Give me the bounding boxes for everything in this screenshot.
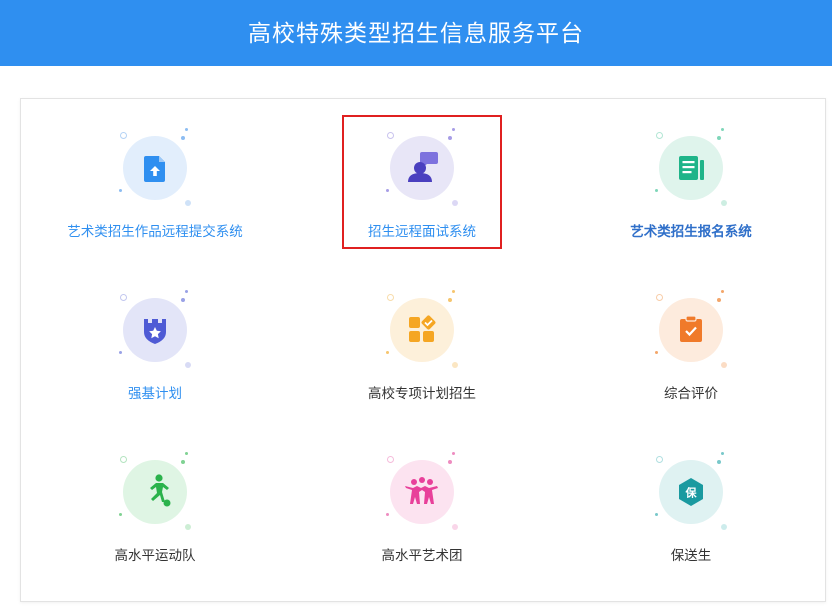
svg-text:保: 保 <box>685 486 698 500</box>
soccer-player-icon <box>123 460 187 524</box>
service-label: 艺术类招生报名系统 <box>630 224 752 240</box>
icon-wrap <box>119 290 191 368</box>
icon-wrap <box>386 128 458 206</box>
service-label: 强基计划 <box>128 386 182 402</box>
icon-wrap <box>119 452 191 530</box>
icon-wrap <box>655 128 727 206</box>
service-label: 高校专项计划招生 <box>368 386 476 402</box>
page-title: 高校特殊类型招生信息服务平台 <box>248 21 584 47</box>
service-item-comprehensive-evaluation[interactable]: 综合评价 <box>581 268 801 408</box>
service-item-sports-team[interactable]: 高水平运动队 <box>45 430 265 570</box>
service-label: 艺术类招生作品远程提交系统 <box>67 224 243 240</box>
icon-wrap <box>655 290 727 368</box>
dancers-icon <box>390 460 454 524</box>
icon-wrap <box>386 452 458 530</box>
icon-wrap <box>386 290 458 368</box>
service-item-strong-foundation[interactable]: 强基计划 <box>45 268 265 408</box>
service-item-art-troupe[interactable]: 高水平艺术团 <box>312 430 532 570</box>
clipboard-check-icon <box>659 298 723 362</box>
service-item-special-program[interactable]: 高校专项计划招生 <box>312 268 532 408</box>
service-label: 综合评价 <box>664 386 718 402</box>
registration-form-icon <box>659 136 723 200</box>
header-bar: 高校特殊类型招生信息服务平台 <box>0 0 832 66</box>
service-label: 招生远程面试系统 <box>368 224 476 240</box>
service-label: 高水平艺术团 <box>381 548 463 564</box>
service-item-art-registration[interactable]: 艺术类招生报名系统 <box>581 106 801 246</box>
service-item-remote-interview[interactable]: 招生远程面试系统 <box>312 106 532 246</box>
service-item-art-works-submission[interactable]: 艺术类招生作品远程提交系统 <box>45 106 265 246</box>
icon-wrap <box>119 128 191 206</box>
upload-document-icon <box>123 136 187 200</box>
shield-star-icon <box>123 298 187 362</box>
video-interview-icon <box>390 136 454 200</box>
service-label: 高水平运动队 <box>114 548 196 564</box>
icon-wrap: 保 <box>655 452 727 530</box>
service-label: 保送生 <box>670 548 712 564</box>
guarantee-badge-icon: 保 <box>659 460 723 524</box>
service-item-recommended-admission[interactable]: 保 保送生 <box>581 430 801 570</box>
grid-check-icon <box>390 298 454 362</box>
